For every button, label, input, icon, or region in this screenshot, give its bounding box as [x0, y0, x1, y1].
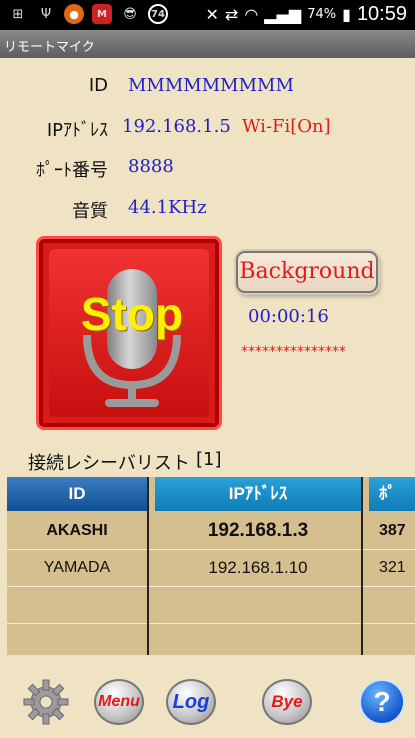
add-notification-icon: ⊞ — [12, 6, 24, 22]
stop-button[interactable]: Stop — [36, 236, 222, 430]
cell-id: AKASHI — [46, 522, 108, 539]
menu-button[interactable]: Menu — [93, 676, 145, 728]
menu-label: Menu — [94, 679, 144, 725]
app-title: リモートマイク — [4, 40, 95, 55]
sync-icon: ⇄ — [224, 5, 239, 24]
receiver-table: ID IPｱﾄﾞﾚｽ ﾎﾟ AKASHI 192.168.1.3 387 YAM… — [7, 477, 415, 655]
bye-button[interactable]: Bye — [261, 676, 313, 728]
background-button[interactable]: Background — [236, 251, 378, 293]
quality-value: 44.1KHz — [128, 197, 207, 218]
cell-port: 321 — [379, 559, 406, 576]
mute-icon: ✕ — [205, 5, 219, 24]
column-header-id: ID — [7, 477, 147, 511]
signal-icon: ▂▄▆ — [264, 5, 302, 24]
settings-button[interactable] — [18, 676, 74, 728]
quality-label: 音質 — [72, 201, 108, 222]
ip-label: IPｱﾄﾞﾚｽ — [46, 120, 108, 141]
wifi-icon: ◠ — [244, 5, 259, 24]
receiver-list-title: 接続レシーバリスト — [28, 453, 190, 474]
help-icon: ? — [359, 679, 405, 725]
clock: 10:59 — [356, 3, 407, 25]
security-shield-icon: M — [92, 4, 112, 24]
app-notification-icon: ● — [64, 4, 84, 24]
cell-id: YAMADA — [43, 559, 111, 576]
cell-ip — [155, 624, 361, 655]
log-button[interactable]: Log — [165, 676, 217, 728]
elapsed-timer: 00:00:16 — [248, 306, 329, 327]
battery-icon: ▮ — [342, 5, 351, 24]
cell-ip — [155, 587, 361, 623]
notification-count-badge: 74 — [148, 4, 168, 24]
usb-icon: Ψ — [40, 6, 52, 22]
cell-port — [379, 624, 415, 655]
table-row[interactable] — [7, 624, 415, 655]
help-button[interactable]: ? — [356, 676, 408, 728]
cell-id — [7, 624, 147, 655]
table-row[interactable] — [7, 587, 415, 623]
cell-ip: 192.168.1.10 — [208, 558, 308, 577]
receiver-count: [1] — [196, 449, 222, 470]
level-meter: *************** — [241, 344, 346, 360]
ip-value: 192.168.1.5 — [122, 116, 231, 137]
log-label: Log — [166, 679, 216, 725]
battery-percent: 74% — [307, 7, 337, 22]
port-value: 8888 — [128, 156, 174, 177]
id-value: MMMMMMMMM — [128, 75, 294, 96]
column-divider — [147, 477, 149, 655]
cell-id — [7, 587, 147, 623]
id-label: ID — [88, 75, 108, 96]
sunglasses-face-icon: 😎 — [123, 6, 137, 22]
column-header-port: ﾎﾟ — [369, 477, 415, 511]
table-row[interactable]: YAMADA 192.168.1.10 321 — [7, 550, 415, 586]
cell-port: 387 — [379, 522, 406, 539]
bye-label: Bye — [262, 679, 312, 725]
cell-port — [379, 587, 415, 623]
port-label: ﾎﾟｰﾄ番号 — [36, 160, 108, 181]
table-row[interactable]: AKASHI 192.168.1.3 387 — [7, 513, 415, 549]
column-divider — [361, 477, 363, 655]
stop-label: Stop — [80, 288, 184, 340]
app-title-bar: リモートマイク — [0, 30, 415, 58]
gear-icon — [23, 679, 69, 725]
column-header-ip: IPｱﾄﾞﾚｽ — [155, 477, 361, 511]
wifi-status: Wi-Fi[On] — [242, 116, 331, 137]
cell-ip: 192.168.1.3 — [207, 520, 309, 541]
status-bar: ⊞ Ψ ● M 😎 74 ✕ ⇄ ◠ ▂▄▆ 74% ▮ 10:59 — [0, 0, 415, 30]
